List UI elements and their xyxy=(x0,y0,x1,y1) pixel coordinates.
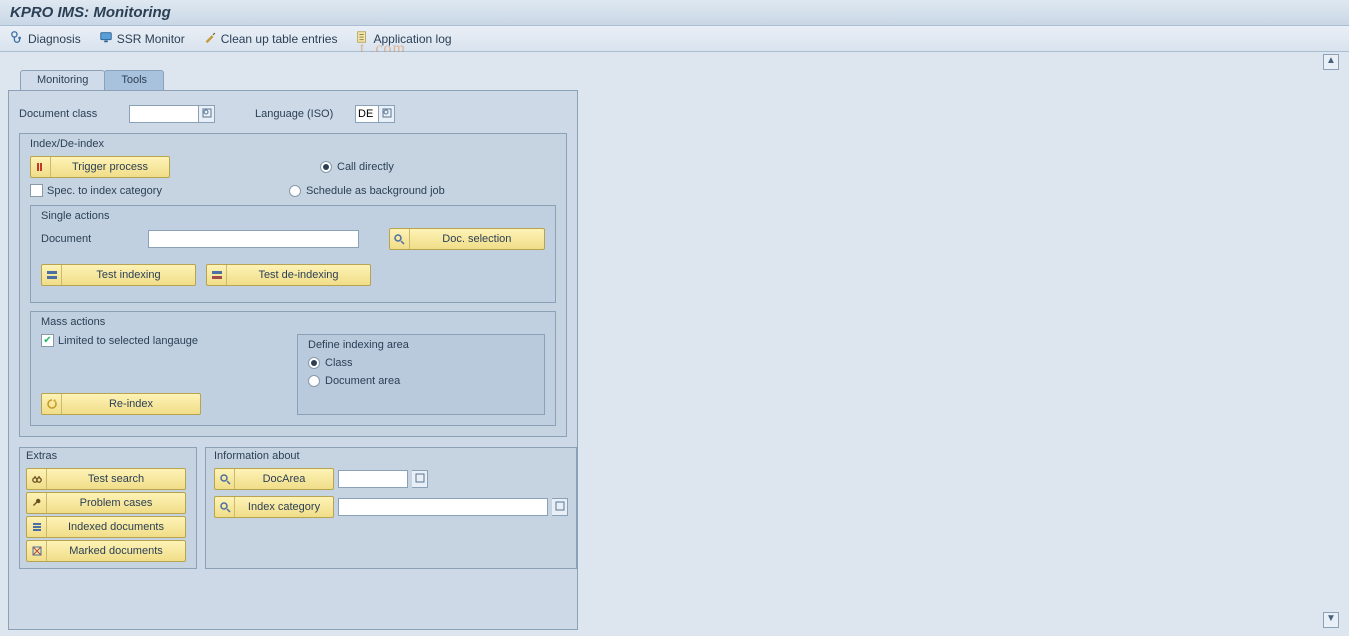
radio-label: Class xyxy=(325,357,353,369)
group-info-about: Information about DocArea Index category xyxy=(205,447,577,569)
monitor-icon xyxy=(99,30,113,47)
group-title: Mass actions xyxy=(41,316,545,328)
checkbox-label: Limited to selected langauge xyxy=(58,335,198,347)
search-icon xyxy=(215,469,235,489)
group-title: Extras xyxy=(26,450,190,462)
checkbox-label: Spec. to index category xyxy=(47,185,162,197)
radio-label: Schedule as background job xyxy=(306,185,445,197)
button-label: DocArea xyxy=(235,473,333,485)
flag-icon xyxy=(27,541,47,561)
group-title: Information about xyxy=(214,450,568,462)
language-f4-button[interactable] xyxy=(379,105,395,123)
index-icon xyxy=(42,265,62,285)
area-docarea-radio[interactable] xyxy=(308,375,320,387)
language-input[interactable] xyxy=(355,105,379,123)
group-extras: Extras Test search Problem cases Indexed… xyxy=(19,447,197,569)
button-label: Test de-indexing xyxy=(227,269,370,281)
document-input[interactable] xyxy=(148,230,358,248)
search-help-icon xyxy=(415,473,425,486)
doc-class-label: Document class xyxy=(19,108,129,120)
tab-body-tools: Document class Language (ISO) Index/De-i… xyxy=(8,90,578,630)
button-label: Trigger process xyxy=(51,161,169,173)
deindex-icon xyxy=(207,265,227,285)
button-label: Test indexing xyxy=(62,269,195,281)
group-title: Index/De-index xyxy=(30,138,556,150)
schedule-bg-radio[interactable] xyxy=(289,185,301,197)
language-label: Language (ISO) xyxy=(255,108,355,120)
group-mass-actions: Mass actions Limited to selected langaug… xyxy=(30,311,556,426)
search-help-icon xyxy=(382,108,392,121)
search-icon xyxy=(390,229,410,249)
list-icon xyxy=(27,517,47,537)
button-label: Test search xyxy=(47,473,185,485)
toolbar-label: SSR Monitor xyxy=(117,32,185,46)
trigger-process-button[interactable]: Trigger process xyxy=(30,156,170,178)
group-title: Define indexing area xyxy=(308,339,534,351)
refresh-icon xyxy=(42,394,62,414)
radio-label: Call directly xyxy=(337,161,394,173)
button-label: Doc. selection xyxy=(410,233,544,245)
button-label: Index category xyxy=(235,501,333,513)
button-label: Re-index xyxy=(62,398,200,410)
doc-class-input[interactable] xyxy=(129,105,199,123)
indexed-docs-button[interactable]: Indexed documents xyxy=(26,516,186,538)
indexcat-info-button[interactable]: Index category xyxy=(214,496,334,518)
cleanup-button[interactable]: Clean up table entries xyxy=(203,30,338,47)
toolbar-label: Clean up table entries xyxy=(221,32,338,46)
area-class-radio[interactable] xyxy=(308,357,320,369)
app-toolbar: Diagnosis SSR Monitor Clean up table ent… xyxy=(0,26,1349,52)
diagnosis-button[interactable]: Diagnosis xyxy=(10,30,81,47)
wrench-icon xyxy=(27,493,47,513)
search-help-icon xyxy=(202,108,212,121)
limited-lang-checkbox[interactable] xyxy=(41,334,54,347)
group-single-actions: Single actions Document Doc. selection T… xyxy=(30,205,556,303)
indexcat-f4-button[interactable] xyxy=(552,498,568,516)
problem-cases-button[interactable]: Problem cases xyxy=(26,492,186,514)
button-label: Marked documents xyxy=(47,545,185,557)
call-directly-radio[interactable] xyxy=(320,161,332,173)
spec-index-cat-checkbox[interactable] xyxy=(30,184,43,197)
docarea-info-button[interactable]: DocArea xyxy=(214,468,334,490)
broom-icon xyxy=(203,30,217,47)
button-label: Problem cases xyxy=(47,497,185,509)
tab-tools[interactable]: Tools xyxy=(104,70,164,90)
test-search-button[interactable]: Test search xyxy=(26,468,186,490)
reindex-button[interactable]: Re-index xyxy=(41,393,201,415)
document-label: Document xyxy=(41,233,148,245)
tabstrip: Monitoring Tools xyxy=(20,70,1341,90)
radio-label: Document area xyxy=(325,375,400,387)
toolbar-label: Diagnosis xyxy=(28,32,81,46)
test-indexing-button[interactable]: Test indexing xyxy=(41,264,196,286)
log-icon xyxy=(355,30,369,47)
indexcat-input[interactable] xyxy=(338,498,548,516)
test-deindexing-button[interactable]: Test de-indexing xyxy=(206,264,371,286)
doc-class-f4-button[interactable] xyxy=(199,105,215,123)
docarea-input[interactable] xyxy=(338,470,408,488)
ssr-monitor-button[interactable]: SSR Monitor xyxy=(99,30,185,47)
doc-selection-button[interactable]: Doc. selection xyxy=(389,228,545,250)
applog-button[interactable]: Application log xyxy=(355,30,451,47)
window-title: KPRO IMS: Monitoring xyxy=(0,0,1349,26)
marked-docs-button[interactable]: Marked documents xyxy=(26,540,186,562)
group-define-area: Define indexing area Class Document area xyxy=(297,334,545,415)
scroll-down-button[interactable]: ▼ xyxy=(1323,612,1339,628)
toolbar-label: Application log xyxy=(373,32,451,46)
tab-monitoring[interactable]: Monitoring xyxy=(20,70,105,90)
client-area: ▲ ▼ Monitoring Tools Document class Lang… xyxy=(0,52,1349,630)
docarea-f4-button[interactable] xyxy=(412,470,428,488)
button-label: Indexed documents xyxy=(47,521,185,533)
group-title: Single actions xyxy=(41,210,545,222)
search-help-icon xyxy=(555,501,565,514)
search-icon xyxy=(215,497,235,517)
group-index-deindex: Index/De-index Trigger process Call dire… xyxy=(19,133,567,437)
execute-icon xyxy=(31,157,51,177)
scroll-up-button[interactable]: ▲ xyxy=(1323,54,1339,70)
binoculars-icon xyxy=(27,469,47,489)
stethoscope-icon xyxy=(10,30,24,47)
